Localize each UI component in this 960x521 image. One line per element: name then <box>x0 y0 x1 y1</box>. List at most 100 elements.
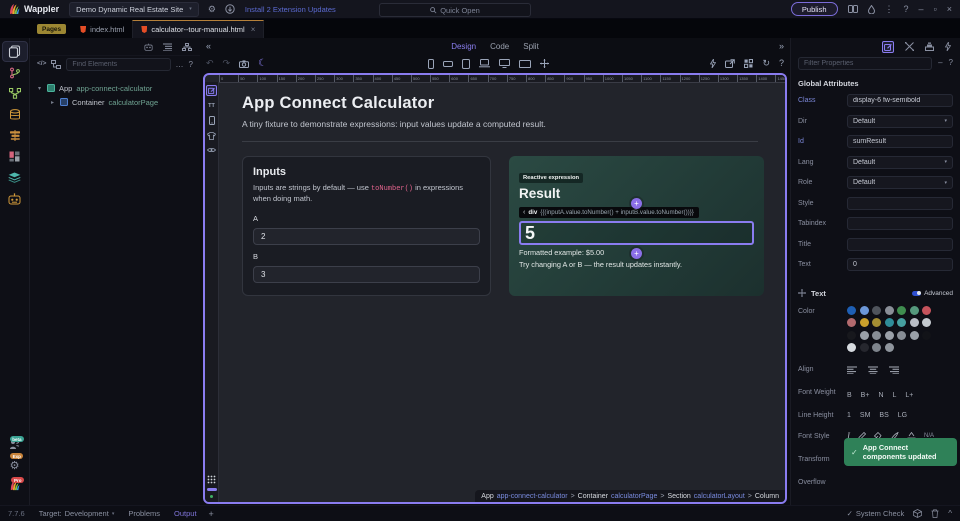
color-swatch[interactable] <box>872 305 881 315</box>
color-swatch[interactable] <box>872 330 881 340</box>
color-swatch[interactable] <box>872 343 881 352</box>
tree-node-container[interactable]: ▸ Container calculatorPage <box>36 95 200 109</box>
device-laptop-icon[interactable] <box>479 59 491 68</box>
sidebar-item-workflows[interactable] <box>3 83 27 104</box>
help-icon[interactable]: ? <box>904 4 909 14</box>
expression-tooltip[interactable]: ‹ div {{(inputA.value.toNumber() + input… <box>519 207 699 218</box>
design-canvas[interactable]: 0 50 100 150 200 250 300 350 400 450 500 550 600 650 7… <box>203 73 787 504</box>
help-icon[interactable]: ? <box>189 60 193 69</box>
tab-index-html[interactable]: index.html <box>72 21 132 38</box>
tree-collapse-icon[interactable]: ▾ <box>36 85 43 92</box>
breadcrumb-type[interactable]: Column <box>755 493 779 500</box>
color-swatch[interactable] <box>922 318 931 327</box>
breadcrumb-name[interactable]: calculatorPage <box>611 493 657 500</box>
help-icon[interactable]: ? <box>949 59 953 67</box>
tab-split[interactable]: Split <box>523 42 539 51</box>
tree-node-app[interactable]: ▾ App app-connect-calculator <box>36 81 200 95</box>
property-lang-select[interactable]: Default ▾ <box>847 155 953 169</box>
more-options-icon[interactable]: … <box>176 60 184 69</box>
breadcrumb-name[interactable]: calculatorLayout <box>694 493 745 500</box>
system-check-button[interactable]: ✓ System Check <box>847 509 905 518</box>
inputs-title[interactable]: Inputs <box>253 166 480 178</box>
close-icon[interactable]: × <box>947 4 952 14</box>
device-phone-landscape-icon[interactable] <box>443 60 454 67</box>
mobile-preview-icon[interactable] <box>208 116 215 125</box>
color-swatch[interactable] <box>847 318 856 327</box>
output-button[interactable]: Output <box>174 509 197 518</box>
color-swatch[interactable] <box>859 330 869 340</box>
expand-panel-icon[interactable]: » <box>779 42 784 51</box>
option-l+[interactable]: L+ <box>905 392 913 399</box>
text-tool-icon[interactable]: TT <box>208 103 215 109</box>
collapse-sections-icon[interactable]: – <box>938 59 942 67</box>
property-title-input[interactable] <box>847 237 953 251</box>
sidebar-item-design[interactable] <box>3 146 27 167</box>
color-swatch[interactable] <box>884 343 894 352</box>
page-title[interactable]: App Connect Calculator <box>242 94 785 113</box>
sidebar-item-ai[interactable] <box>3 188 27 209</box>
sidebar-item-layers[interactable] <box>3 167 27 188</box>
color-swatch[interactable] <box>847 330 856 340</box>
color-swatch[interactable] <box>922 330 931 340</box>
outline-list-icon[interactable] <box>163 43 172 51</box>
align-right-icon[interactable] <box>889 366 899 374</box>
color-swatch[interactable] <box>897 305 906 315</box>
align-left-icon[interactable] <box>847 366 857 374</box>
theme-shirt-icon[interactable] <box>207 132 216 140</box>
breadcrumb-type[interactable]: Container <box>578 493 608 500</box>
breadcrumb-type[interactable]: Section <box>667 493 690 500</box>
events-lightning-icon[interactable] <box>710 59 717 68</box>
option-lg[interactable]: LG <box>898 412 907 419</box>
property-class-input[interactable]: display-6 fw-semibold <box>847 94 953 107</box>
target-selector[interactable]: Target: Development ▾ <box>39 509 115 518</box>
advanced-toggle[interactable]: Advanced <box>912 290 953 297</box>
color-swatch[interactable] <box>909 318 919 327</box>
project-selector[interactable]: Demo Dynamic Real Estate Site ▾ <box>69 1 199 17</box>
color-swatch[interactable] <box>897 318 906 327</box>
input-a-field[interactable] <box>253 228 480 246</box>
property-style-input[interactable] <box>847 196 953 210</box>
property-tabindex-input[interactable] <box>847 217 953 230</box>
option-b+[interactable]: B+ <box>861 392 870 399</box>
option-l[interactable]: L <box>893 392 897 399</box>
edit-element-tool[interactable] <box>206 85 217 96</box>
breadcrumb-name[interactable]: app-connect-calculator <box>497 493 568 500</box>
color-swatch[interactable] <box>884 305 894 315</box>
tab-calculator-html[interactable]: calculator--tour-manual.html × <box>132 20 265 38</box>
collapse-panel-icon[interactable]: « <box>206 42 211 51</box>
option-b[interactable]: B <box>847 392 852 399</box>
breadcrumb-type[interactable]: App <box>481 493 493 500</box>
tree-expand-icon[interactable]: ▸ <box>49 99 56 106</box>
sidebar-item-pro[interactable]: Pro <box>9 477 24 491</box>
option-sm[interactable]: SM <box>860 412 871 419</box>
visibility-eye-icon[interactable] <box>207 147 216 153</box>
open-in-browser-icon[interactable] <box>725 59 736 68</box>
tab-design[interactable]: Design <box>451 42 476 51</box>
trash-icon[interactable] <box>931 509 939 518</box>
color-swatch[interactable] <box>884 318 894 327</box>
grid-toggle-icon[interactable] <box>207 475 216 484</box>
property-text-input[interactable]: 0 <box>847 258 953 271</box>
help-icon[interactable]: ? <box>779 59 784 68</box>
page-subtitle[interactable]: A tiny fixture to demonstrate expression… <box>242 119 785 129</box>
transforms-tab-icon[interactable] <box>905 42 914 51</box>
chevron-left-icon[interactable]: ‹ <box>523 209 525 216</box>
device-phone-icon[interactable] <box>428 58 435 69</box>
color-swatch[interactable] <box>922 305 931 315</box>
redo-icon[interactable]: ↷ <box>223 59 231 68</box>
package-icon[interactable] <box>913 509 923 518</box>
property-dir-select[interactable]: Default ▾ <box>847 114 953 128</box>
device-widescreen-icon[interactable] <box>519 59 532 68</box>
option-1[interactable]: 1 <box>847 412 851 419</box>
maximize-icon[interactable]: ▫ <box>934 4 937 14</box>
code-view-icon[interactable]: </> <box>37 61 46 68</box>
result-card[interactable]: Reactive expression Result ‹ div {{(inpu… <box>509 156 764 296</box>
dark-mode-moon-icon[interactable]: ☾ <box>258 58 267 69</box>
sidebar-item-git[interactable] <box>3 62 27 83</box>
device-desktop-icon[interactable] <box>499 59 511 68</box>
publish-button[interactable]: Publish <box>790 2 838 16</box>
collapse-statusbar-icon[interactable]: ^ <box>948 509 952 518</box>
color-swatch[interactable] <box>859 305 869 315</box>
option-n[interactable]: N <box>878 392 883 399</box>
text-section-header[interactable]: Text Advanced <box>791 279 960 306</box>
